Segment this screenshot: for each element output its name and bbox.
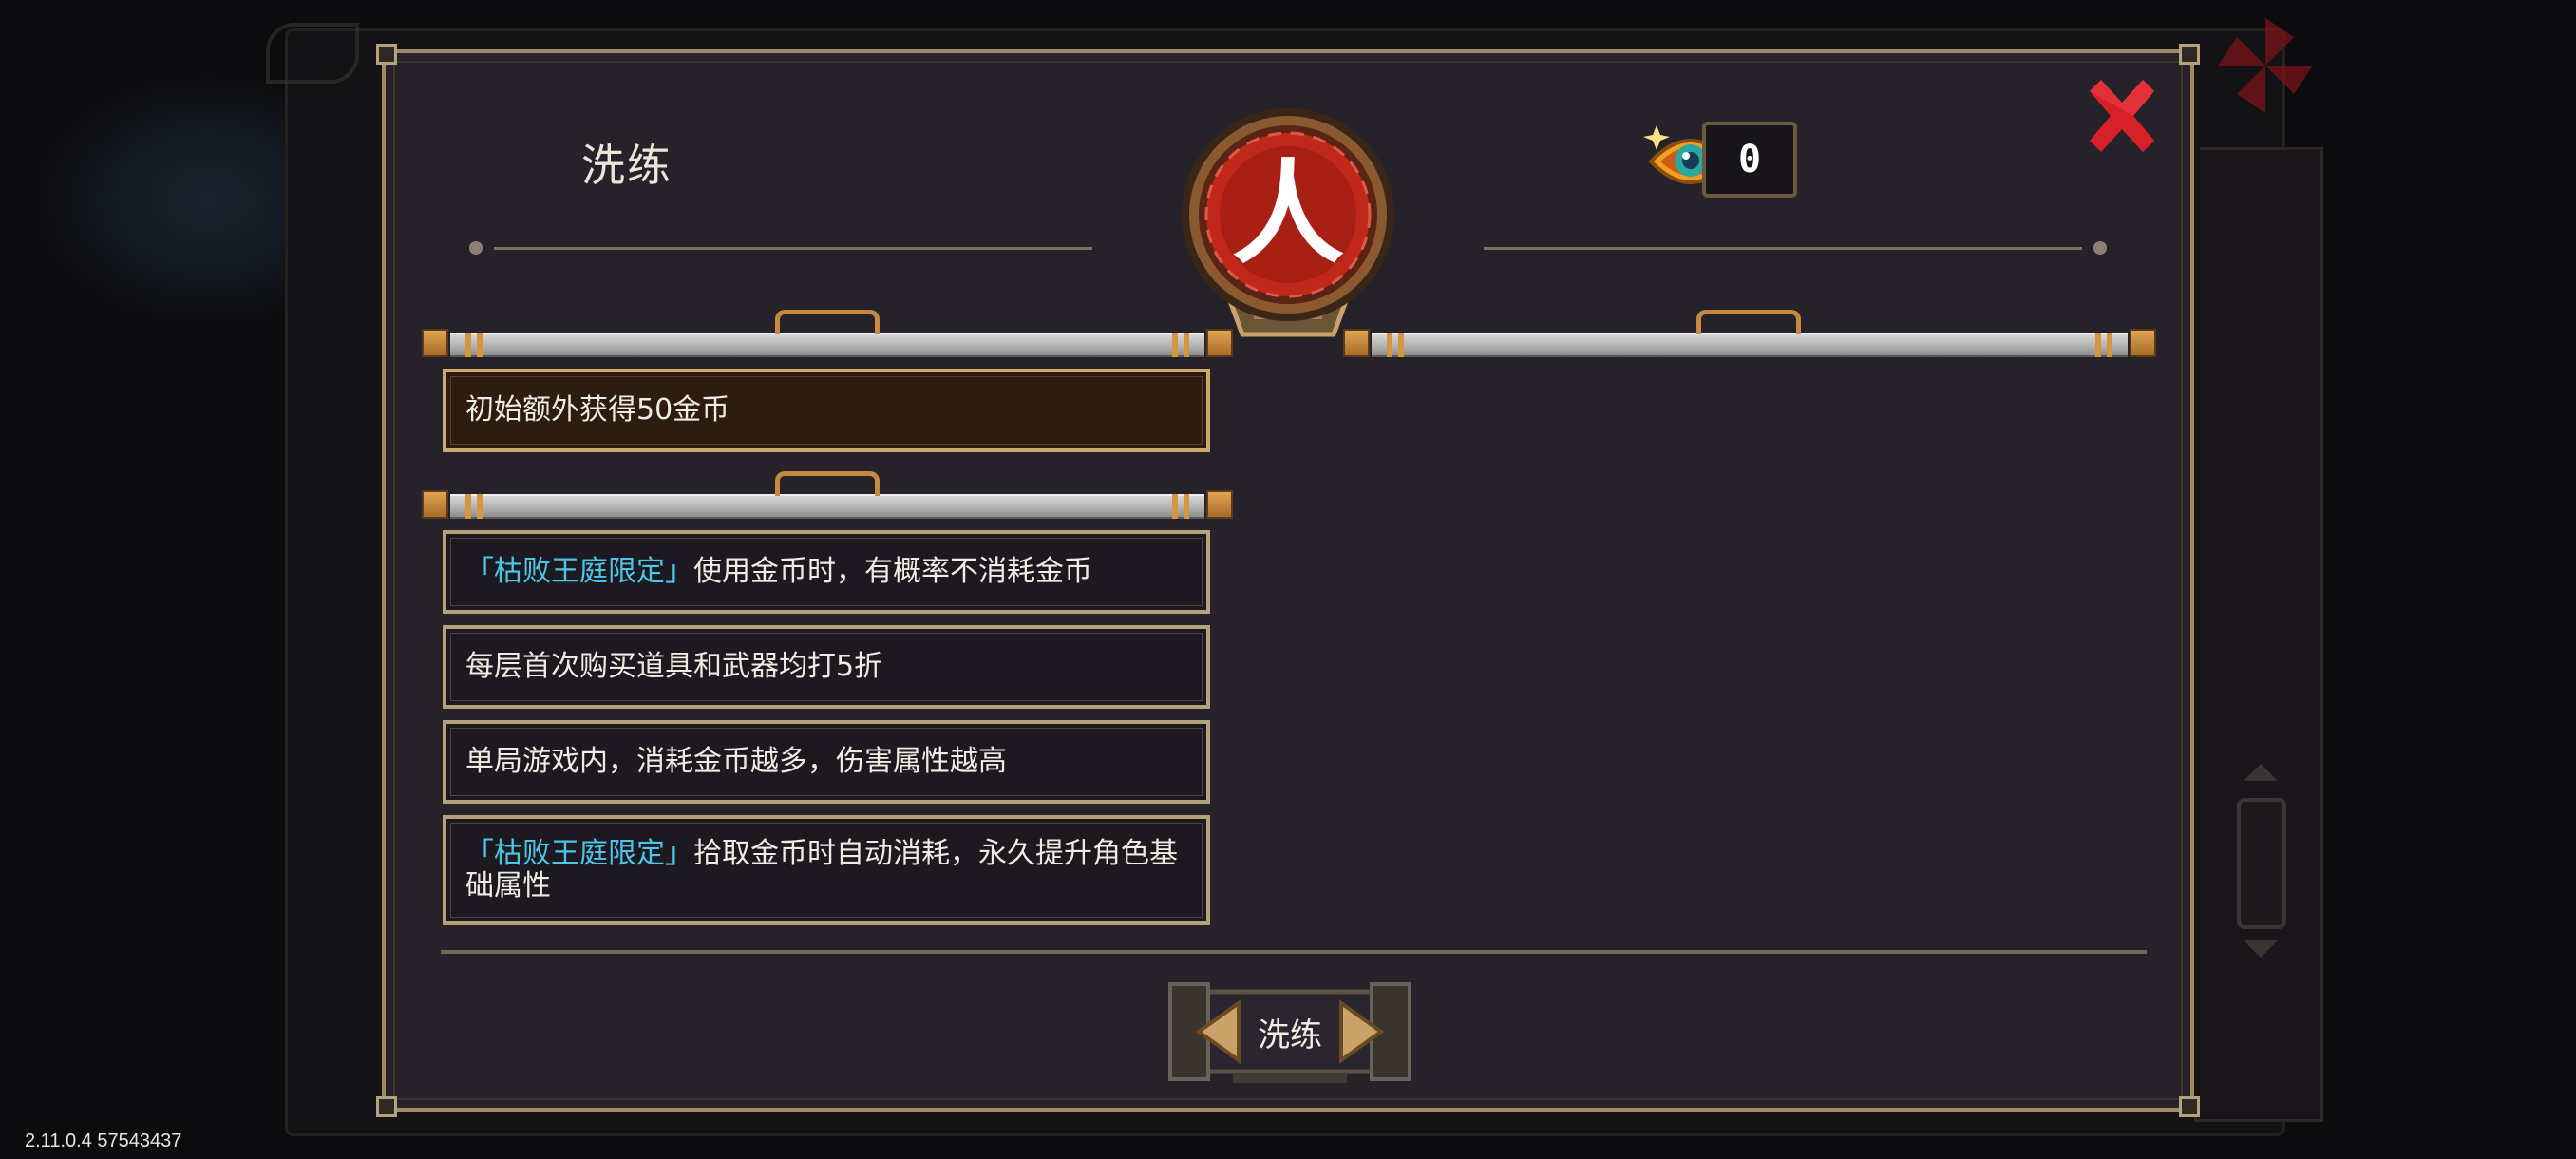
game-screen: 洗练 人 0 初始额外获得50金币 「枯败王庭限定」 使用金币时，有概率不消耗金…: [0, 0, 2576, 1159]
option-item[interactable]: 「枯败王庭限定」 使用金币时，有概率不消耗金币: [443, 530, 1210, 614]
slot-divider-bar: [422, 310, 1233, 359]
frame-corner: [2179, 1096, 2200, 1117]
background-scroll-thumb: [2237, 798, 2286, 929]
option-text-block: 「枯败王庭限定」拾取金币时自动消耗，永久提升角色基础属性: [465, 838, 1187, 902]
close-button[interactable]: [2086, 78, 2158, 154]
refine-button[interactable]: 洗练: [1166, 975, 1413, 1089]
frame-corner: [376, 44, 397, 65]
background-ornament: [266, 23, 359, 84]
rule-end-dot: [469, 241, 483, 255]
emblem-icon: 人: [1182, 108, 1394, 337]
option-text: 使用金币时，有概率不消耗金币: [693, 555, 1092, 588]
background-scroll-down-icon: [2244, 940, 2278, 958]
rule-end-dot: [2093, 241, 2107, 255]
attribute-text: 初始额外获得50金币: [465, 393, 730, 427]
background-scroll-up-icon: [2244, 764, 2278, 781]
option-text: 每层首次购买道具和武器均打5折: [465, 650, 883, 683]
currency-count: 0: [1702, 122, 1797, 198]
slot-divider-bar: [1343, 310, 2156, 359]
frame-corner: [2179, 44, 2200, 65]
option-item[interactable]: 「枯败王庭限定」拾取金币时自动消耗，永久提升角色基础属性: [443, 815, 1210, 925]
option-tag: 「枯败王庭限定」: [465, 555, 693, 588]
option-item[interactable]: 每层首次购买道具和武器均打5折: [443, 625, 1210, 709]
background-side-panel: [2194, 147, 2323, 1122]
header-rule-right: [1484, 247, 2082, 250]
option-item[interactable]: 单局游戏内，消耗金币越多，伤害属性越高: [443, 720, 1210, 804]
option-text: 单局游戏内，消耗金币越多，伤害属性越高: [465, 745, 1007, 778]
dialog-title: 洗练: [581, 140, 672, 191]
emblem-glyph: 人: [1232, 148, 1344, 279]
version-label: 2.11.0.4 57543437: [25, 1130, 182, 1151]
frame-corner: [376, 1096, 397, 1117]
bottom-rule: [441, 950, 2147, 954]
current-attribute-slot[interactable]: 初始额外获得50金币: [443, 369, 1210, 452]
header-rule-left: [494, 247, 1092, 250]
options-divider-bar: [422, 471, 1233, 521]
refine-button-frame: [1168, 982, 1411, 1083]
close-icon: [2090, 80, 2154, 152]
option-tag: 「枯败王庭限定」: [465, 837, 693, 870]
pinwheel-icon: [2218, 18, 2313, 113]
